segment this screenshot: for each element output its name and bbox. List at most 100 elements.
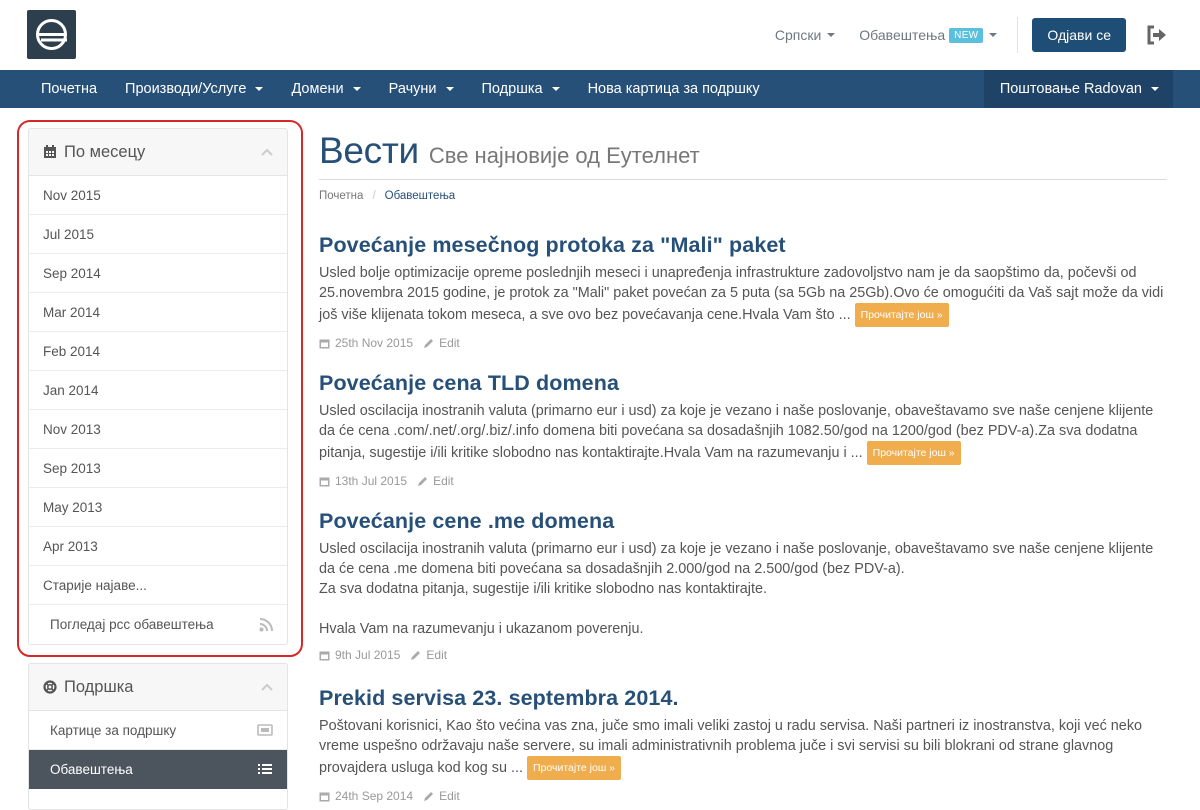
news-article: Povećanje mesečnog protoka za "Mali" pak… (319, 233, 1167, 350)
month-item[interactable]: Sep 2013 (29, 449, 287, 488)
nav-new-ticket[interactable]: Нова картица за подршку (574, 70, 774, 108)
edit-link[interactable]: Edit (423, 789, 460, 803)
month-item[interactable]: Jul 2015 (29, 215, 287, 254)
monthly-panel-title: По месецу (64, 142, 146, 161)
monthly-panel: По месецу Nov 2015 Jul 2015 Sep 2014 Mar 20… (28, 128, 288, 645)
monthly-panel-header[interactable]: По месецу (29, 129, 287, 176)
notifications-label: Обавештења (859, 27, 946, 43)
top-header: Српски Обавештења NEW Одјави се (0, 0, 1200, 70)
chevron-down-icon (551, 87, 560, 91)
nav-invoices[interactable]: Рачуни (375, 70, 468, 108)
edit-link[interactable]: Edit (423, 336, 460, 350)
article-title[interactable]: Povećanje cene .me domena (319, 509, 1167, 534)
account-greeting: Поштовање Radovan (999, 81, 1142, 97)
article-paragraph: Usled oscilacija inostranih valuta (prim… (319, 541, 1154, 577)
edit-label: Edit (426, 648, 448, 662)
article-title[interactable]: Povećanje cena TLD domena (319, 371, 1167, 396)
breadcrumb-home[interactable]: Почетна (319, 190, 363, 202)
nav-home[interactable]: Почетна (0, 70, 111, 108)
nav-support[interactable]: Подршка (468, 70, 574, 108)
article-date: 9th Jul 2015 (335, 648, 401, 662)
nav-label: Производи/Услуге (125, 81, 247, 97)
logo-icon (36, 19, 67, 50)
calendar-icon (319, 651, 330, 660)
month-item[interactable]: Sep 2014 (29, 254, 287, 293)
article-meta: 25th Nov 2015 Edit (319, 336, 1167, 350)
month-item[interactable]: Mar 2014 (29, 293, 287, 332)
announcements-link[interactable]: Обавештења (29, 750, 287, 789)
nav-products[interactable]: Производи/Услуге (111, 70, 277, 108)
article-body: Usled oscilacija inostranih valuta (prim… (319, 401, 1167, 465)
breadcrumb: Почетна / Обавештења (319, 190, 1167, 202)
month-item[interactable]: May 2013 (29, 488, 287, 527)
chevron-up-icon[interactable] (261, 148, 273, 156)
nav-account[interactable]: Поштовање Radovan (983, 70, 1173, 108)
read-more-button[interactable]: Прочитајте још » (527, 756, 621, 780)
article-meta: 13th Jul 2015 Edit (319, 474, 1167, 488)
article-excerpt: Usled oscilacija inostranih valuta (prim… (319, 403, 1154, 461)
page-header: Вести Све најновије од Еутелнет (319, 130, 1167, 180)
chevron-down-icon (255, 87, 264, 91)
calendar-icon (319, 339, 330, 348)
support-tickets-label: Картице за подршку (50, 722, 177, 738)
read-more-button[interactable]: Прочитајте још » (866, 441, 961, 465)
older-announcements-link[interactable]: Старије најаве... (29, 566, 287, 605)
month-item[interactable]: Jan 2014 (29, 371, 287, 410)
article-title[interactable]: Povećanje mesečnog protoka za "Mali" pak… (319, 233, 1167, 258)
article-title[interactable]: Prekid servisa 23. septembra 2014. (319, 686, 1167, 711)
chevron-up-icon[interactable] (261, 683, 273, 691)
month-item[interactable]: Nov 2015 (29, 176, 287, 215)
nav-label: Почетна (41, 81, 98, 97)
rss-label: Погледај рсс обавештења (50, 617, 214, 632)
nav-domains[interactable]: Домени (277, 70, 374, 108)
chevron-down-icon (827, 33, 836, 37)
notifications-dropdown[interactable]: Обавештења NEW (859, 27, 998, 43)
pencil-icon (418, 476, 428, 486)
sidebar-support: Подршка Картице за подршку Обавештења (28, 663, 288, 810)
nav-label: Нова картица за подршку (587, 81, 760, 97)
rss-icon (259, 617, 273, 631)
main-content: Вести Све најновије од Еутелнет Почетна … (319, 130, 1167, 803)
calendar-icon (44, 145, 56, 158)
support-panel-header[interactable]: Подршка (29, 664, 287, 711)
main-nav: Почетна Производи/Услуге Домени Рачуни П… (0, 70, 1200, 108)
support-item-partial (29, 789, 287, 809)
pencil-icon (424, 338, 434, 348)
read-more-button[interactable]: Прочитајте још » (854, 303, 949, 327)
ticket-icon (257, 724, 273, 736)
language-dropdown[interactable]: Српски (775, 27, 836, 43)
month-item[interactable]: Apr 2013 (29, 527, 287, 566)
sign-out-icon[interactable] (1146, 25, 1168, 45)
breadcrumb-separator: / (372, 190, 376, 202)
month-item[interactable]: Nov 2013 (29, 410, 287, 449)
support-panel: Подршка Картице за подршку Обавештења (28, 663, 288, 810)
article-excerpt: Usled bolje optimizacije opreme poslednj… (319, 265, 1164, 323)
calendar-icon (319, 477, 330, 486)
life-ring-icon (43, 680, 57, 694)
edit-label: Edit (439, 789, 460, 803)
support-panel-title: Подршка (64, 677, 134, 696)
month-item[interactable]: Feb 2014 (29, 332, 287, 371)
divider (1017, 17, 1019, 53)
news-article: Povećanje cene .me domena Usled oscilaci… (319, 509, 1167, 662)
breadcrumb-current[interactable]: Обавештења (385, 190, 456, 202)
support-tickets-link[interactable]: Картице за подршку (29, 711, 287, 750)
rss-link[interactable]: Погледај рсс обавештења (29, 605, 287, 644)
edit-link[interactable]: Edit (410, 648, 447, 662)
company-logo[interactable] (27, 10, 76, 59)
page-subtitle: Све најновије од Еутелнет (428, 143, 700, 168)
sidebar-monthly: По месецу Nov 2015 Jul 2015 Sep 2014 Mar 20… (28, 128, 288, 645)
article-excerpt: Poštovani korisnici, Kao što većina vas … (319, 718, 1143, 776)
chevron-down-icon (1151, 87, 1159, 91)
nav-label: Домени (291, 81, 344, 97)
announcements-label: Обавештења (50, 761, 133, 777)
chevron-down-icon (445, 87, 454, 91)
article-meta: 24th Sep 2014 Edit (319, 789, 1167, 803)
logout-button[interactable]: Одјави се (1032, 18, 1126, 52)
article-meta: 9th Jul 2015 Edit (319, 648, 1167, 662)
article-paragraph: Hvala Vam na razumevanju i ukazanom pove… (319, 621, 644, 637)
page-title: Вести (319, 130, 419, 171)
news-article: Povećanje cena TLD domena Usled oscilaci… (319, 371, 1167, 488)
edit-link[interactable]: Edit (417, 474, 454, 488)
